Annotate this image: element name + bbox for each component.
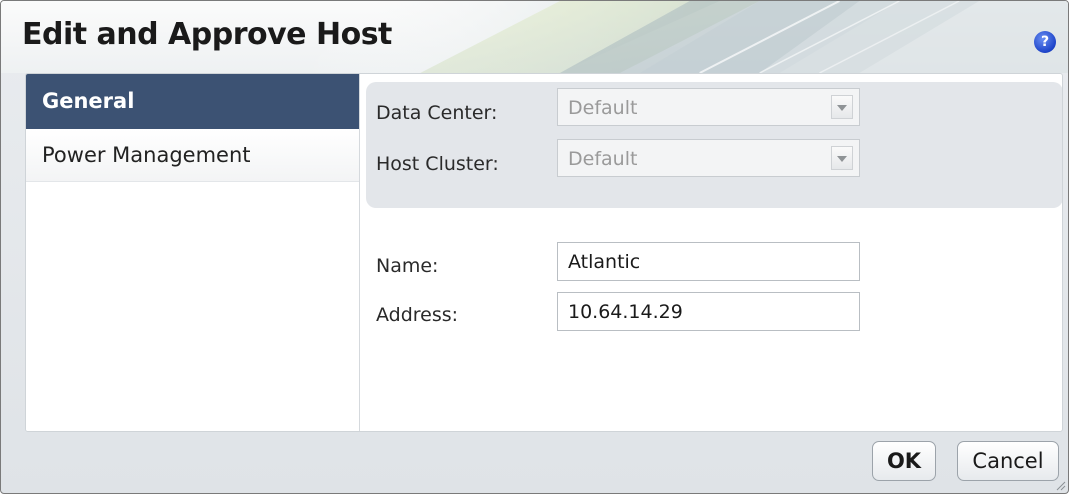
chevron-down-icon[interactable] <box>831 95 853 119</box>
name-label: Name: <box>376 255 439 277</box>
address-value: 10.64.14.29 <box>568 301 683 323</box>
name-value: Atlantic <box>568 251 641 273</box>
sidebar: General Power Management <box>26 74 360 431</box>
address-label: Address: <box>376 304 459 326</box>
data-center-select[interactable]: Default <box>557 88 860 126</box>
address-field[interactable]: 10.64.14.29 <box>557 292 860 331</box>
data-center-label: Data Center: <box>376 102 498 124</box>
dialog-header[interactable]: Edit and Approve Host ? <box>1 1 1068 73</box>
help-icon[interactable]: ? <box>1034 31 1056 53</box>
chevron-down-icon[interactable] <box>831 146 853 170</box>
host-cluster-select[interactable]: Default <box>557 139 860 177</box>
dialog-content: General Power Management Data Center: De… <box>25 73 1063 432</box>
name-field[interactable]: Atlantic <box>557 242 860 281</box>
host-cluster-value: Default <box>568 148 638 170</box>
ok-button[interactable]: OK <box>872 441 936 481</box>
edit-approve-host-dialog: Edit and Approve Host ? General Power Ma… <box>0 0 1069 494</box>
dialog-title: Edit and Approve Host <box>22 17 392 52</box>
host-cluster-label: Host Cluster: <box>376 153 499 175</box>
data-center-value: Default <box>568 97 638 119</box>
resize-grip-icon[interactable] <box>1054 479 1066 491</box>
sidebar-item-general[interactable]: General <box>26 74 359 129</box>
cancel-button[interactable]: Cancel <box>957 441 1059 481</box>
sidebar-item-power-management[interactable]: Power Management <box>26 129 359 182</box>
